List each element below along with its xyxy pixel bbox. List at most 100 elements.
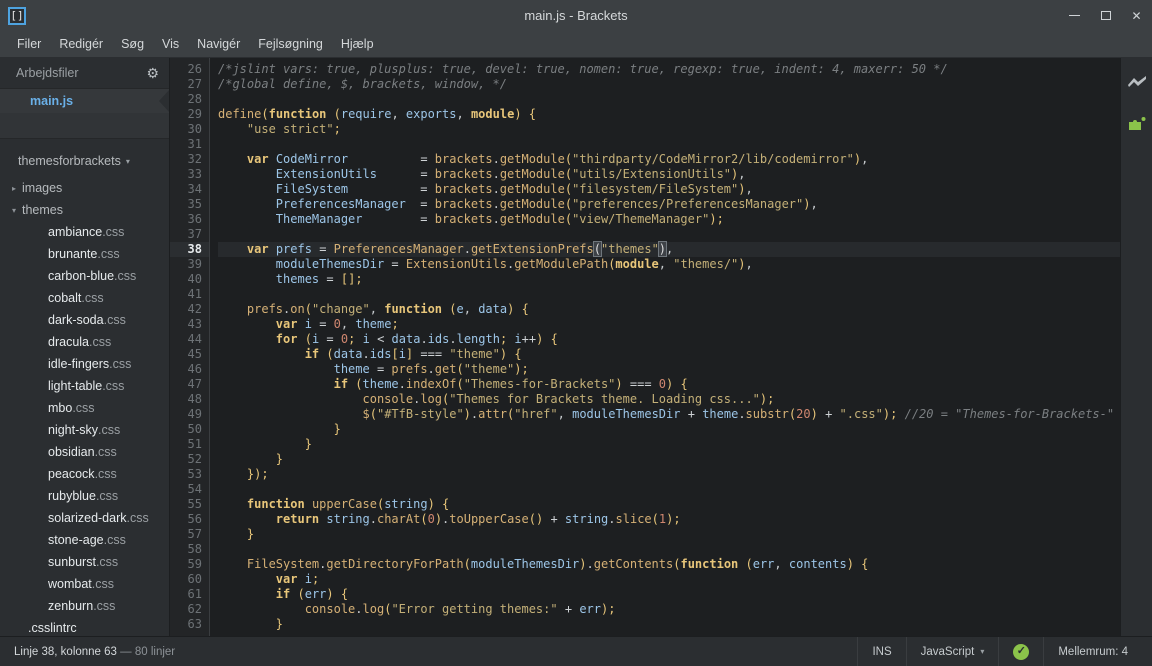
minimize-icon [1069, 15, 1080, 16]
code-line[interactable]: prefs.on("change", function (e, data) { [218, 302, 1120, 317]
maximize-button[interactable] [1090, 0, 1121, 31]
tree-file-wombat[interactable]: wombat .css [0, 573, 169, 595]
code-line[interactable] [218, 92, 1120, 107]
code-line[interactable]: var CodeMirror = brackets.getModule("thi… [218, 152, 1120, 167]
code-line[interactable]: ThemeManager = brackets.getModule("view/… [218, 212, 1120, 227]
code-line[interactable]: moduleThemesDir = ExtensionUtils.getModu… [218, 257, 1120, 272]
language-selector[interactable]: JavaScript ▾ [905, 637, 999, 666]
code-line[interactable]: function upperCase(string) { [218, 497, 1120, 512]
code-line[interactable]: "use strict"; [218, 122, 1120, 137]
extension-manager-button[interactable] [1125, 112, 1149, 136]
code-line[interactable]: var prefs = PreferencesManager.getExtens… [218, 241, 1120, 257]
line-number: 39 [187, 257, 202, 271]
code-line[interactable]: } [218, 527, 1120, 542]
tree-file-peacock[interactable]: peacock .css [0, 463, 169, 485]
menu-item-fejlsogning[interactable]: Fejlsøgning [249, 33, 332, 55]
menu-item-vis[interactable]: Vis [153, 33, 188, 55]
chevron-down-icon: ▾ [980, 647, 985, 656]
tree-file-night-sky[interactable]: night-sky .css [0, 419, 169, 441]
tree-file-dark-soda[interactable]: dark-soda .css [0, 309, 169, 331]
tree-file-sunburst[interactable]: sunburst .css [0, 551, 169, 573]
line-count-text: — 80 linjer [120, 645, 176, 658]
tree-file-zenburn[interactable]: zenburn .css [0, 595, 169, 617]
menu-item-filer[interactable]: Filer [8, 33, 50, 55]
code-line[interactable] [218, 287, 1120, 302]
code-line[interactable]: console.log("Error getting themes:" + er… [218, 602, 1120, 617]
code-line[interactable]: /*jslint vars: true, plusplus: true, dev… [218, 62, 1120, 77]
tree-file-ext: .css [103, 313, 126, 327]
working-file-main-js[interactable]: main.js [0, 89, 169, 113]
tree-file-dracula[interactable]: dracula .css [0, 331, 169, 353]
project-name: themesforbrackets [18, 154, 121, 168]
tree-file-ext: .css [93, 599, 116, 613]
code-line[interactable]: } [218, 617, 1120, 632]
code-line[interactable] [218, 482, 1120, 497]
chevron-down-icon[interactable]: ▾ [8, 206, 20, 215]
code-line[interactable]: theme = prefs.get("theme"); [218, 362, 1120, 377]
code-line[interactable]: var i = 0, theme; [218, 317, 1120, 332]
gear-icon[interactable]: ⚙ [146, 66, 159, 80]
menu-item-hjaelp[interactable]: Hjælp [332, 33, 383, 55]
code-line[interactable]: FileSystem = brackets.getModule("filesys… [218, 182, 1120, 197]
indent-setting[interactable]: Mellemrum: 4 [1043, 637, 1142, 666]
tree-file-dot-csslintrc[interactable]: .csslintrc [0, 617, 169, 636]
code-line[interactable]: }); [218, 467, 1120, 482]
menu-item-rediger[interactable]: Redigér [50, 33, 112, 55]
menu-item-sog[interactable]: Søg [112, 33, 153, 55]
insert-mode-indicator[interactable]: INS [857, 637, 905, 666]
tree-file-obsidian[interactable]: obsidian .css [0, 441, 169, 463]
project-header[interactable]: themesforbrackets ▾ [0, 147, 169, 175]
tree-file-ext: .css [102, 379, 125, 393]
code-line[interactable]: if (theme.indexOf("Themes-for-Brackets")… [218, 377, 1120, 392]
tree-file-ambiance[interactable]: ambiance .css [0, 221, 169, 243]
tree-file-rubyblue[interactable]: rubyblue .css [0, 485, 169, 507]
code-line[interactable]: FileSystem.getDirectoryForPath(moduleThe… [218, 557, 1120, 572]
code-line[interactable] [218, 227, 1120, 242]
code-content[interactable]: /*jslint vars: true, plusplus: true, dev… [210, 58, 1120, 636]
tree-file-mbo[interactable]: mbo .css [0, 397, 169, 419]
tree-file-solarized-dark[interactable]: solarized-dark .css [0, 507, 169, 529]
code-line[interactable]: console.log("Themes for Brackets theme. … [218, 392, 1120, 407]
line-number: 48 [187, 392, 202, 406]
tree-file-cobalt[interactable]: cobalt .css [0, 287, 169, 309]
code-line[interactable]: if (err) { [218, 587, 1120, 602]
tree-file-name: cobalt [48, 291, 82, 305]
code-line[interactable]: themes = []; [218, 272, 1120, 287]
tree-folder-images[interactable]: ▸ images [0, 177, 169, 199]
code-line[interactable]: } [218, 452, 1120, 467]
tree-file-light-table[interactable]: light-table .css [0, 375, 169, 397]
tree-file-brunante[interactable]: brunante .css [0, 243, 169, 265]
tree-file-name: .csslintrc [28, 621, 77, 635]
tree-folder-themes[interactable]: ▾ themes [0, 199, 169, 221]
code-line[interactable]: $("#TfB-style").attr("href", moduleTheme… [218, 407, 1120, 422]
code-line[interactable]: PreferencesManager = brackets.getModule(… [218, 197, 1120, 212]
code-line[interactable]: define(function (require, exports, modul… [218, 107, 1120, 122]
minimize-button[interactable] [1059, 0, 1090, 31]
line-number: 28 [187, 92, 202, 106]
tree-file-name: sunburst [48, 555, 96, 569]
code-line[interactable] [218, 542, 1120, 557]
code-line[interactable]: var i; [218, 572, 1120, 587]
lint-status[interactable]: ✓ [998, 637, 1043, 666]
tree-file-name: brunante [48, 247, 98, 261]
code-line[interactable]: return string.charAt(0).toUpperCase() + … [218, 512, 1120, 527]
code-line[interactable]: ExtensionUtils = brackets.getModule("uti… [218, 167, 1120, 182]
tree-file-carbon-blue[interactable]: carbon-blue .css [0, 265, 169, 287]
line-number-gutter: 26 27 28 29 30 31 32 33 34 35 36 37 38 39 40 41 42 43 44 45… [170, 58, 210, 636]
code-line[interactable] [218, 137, 1120, 152]
live-preview-button[interactable] [1125, 70, 1149, 94]
close-icon: ✕ [1131, 8, 1142, 23]
tree-file-idle-fingers[interactable]: idle-fingers .css [0, 353, 169, 375]
tree-file-stone-age[interactable]: stone-age .css [0, 529, 169, 551]
code-editor[interactable]: 26 27 28 29 30 31 32 33 34 35 36 37 38 39 40 41 42 43 44 45… [170, 58, 1120, 636]
working-files-list: main.js [0, 88, 169, 139]
working-files-header: Arbejdsfiler ⚙ [0, 58, 169, 88]
code-line[interactable]: if (data.ids[i] === "theme") { [218, 347, 1120, 362]
menu-item-navigeer[interactable]: Navigér [188, 33, 249, 55]
code-line[interactable]: for (i = 0; i < data.ids.length; i++) { [218, 332, 1120, 347]
close-button[interactable]: ✕ [1121, 0, 1152, 31]
code-line[interactable]: } [218, 422, 1120, 437]
code-line[interactable]: /*global define, $, brackets, window, */ [218, 77, 1120, 92]
chevron-right-icon[interactable]: ▸ [8, 184, 20, 193]
code-line[interactable]: } [218, 437, 1120, 452]
